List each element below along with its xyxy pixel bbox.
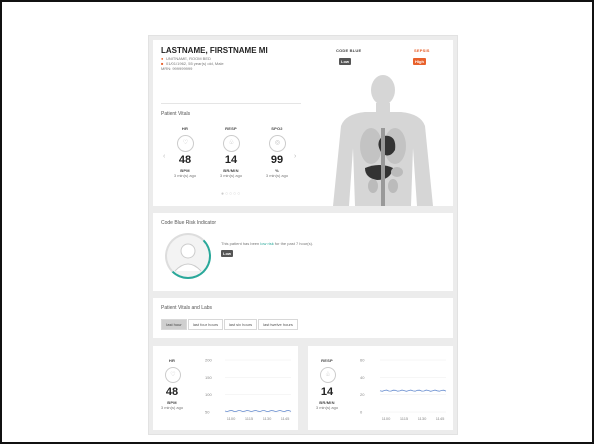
chart-vital-label: HR	[168, 358, 176, 363]
series-line	[224, 409, 292, 413]
vital-time: 3 min(s) ago	[219, 173, 243, 178]
y-tick-label: 150	[205, 375, 212, 380]
screenshot-frame: LASTNAME, FIRSTNAME MI ● UNITNAME, ROOM …	[0, 0, 594, 444]
vitals-labs-card: Patient Vitals and Labs last hour last f…	[153, 298, 453, 338]
hr-line-chart: 200 150 100 50 1100 1115 1130 1145	[205, 358, 292, 421]
resp-line-chart: 60 40 20 0 1100 1115 1130 1145	[360, 358, 447, 421]
vital-value: 48	[178, 154, 192, 166]
patient-dashboard: LASTNAME, FIRSTNAME MI ● UNITNAME, ROOM …	[148, 35, 458, 435]
code-blue-label: CODE BLUE	[336, 48, 362, 53]
x-tick-label: 1115	[245, 416, 254, 421]
x-tick-label: 1145	[436, 416, 445, 421]
x-tick-label: 1145	[281, 416, 290, 421]
x-tick-label: 1100	[382, 416, 391, 421]
tab-last-four-hours[interactable]: last four hours	[188, 319, 223, 330]
body-diagram	[333, 75, 433, 206]
sepsis-badge[interactable]: High	[413, 58, 426, 65]
chart-vital-time: 3 min(s) ago	[160, 405, 184, 410]
y-tick-label: 50	[205, 410, 210, 415]
vital-label: HR	[181, 126, 189, 131]
sepsis-label: SEPSIS	[414, 48, 430, 53]
risk-indicator-card: Code Blue Risk Indicator This patient ha…	[153, 213, 453, 291]
heart-icon: ♡	[165, 367, 181, 383]
vital-value: 14	[224, 154, 238, 166]
vital-time: 3 min(s) ago	[265, 173, 289, 178]
code-blue-badge[interactable]: Low	[339, 58, 351, 65]
lungs-icon: ♧	[320, 367, 336, 383]
x-tick-label: 1100	[227, 416, 236, 421]
y-tick-label: 100	[205, 392, 212, 397]
series-line	[379, 389, 447, 392]
x-tick-label: 1115	[400, 416, 409, 421]
divider	[161, 103, 301, 104]
risk-text-after: for the past 7 hour(s).	[273, 241, 314, 246]
x-tick-label: 1130	[263, 416, 272, 421]
vital-label: SPO2	[271, 126, 283, 131]
vital-hr[interactable]: HR ♡ 48 BPM 3 min(s) ago	[167, 126, 203, 186]
carousel-prev-icon[interactable]: ‹	[163, 153, 165, 160]
heart-icon: ♡	[177, 135, 194, 152]
vital-value: 99	[270, 154, 284, 166]
chart-vital-value: 48	[165, 386, 179, 398]
patient-name: LASTNAME, FIRSTNAME MI	[161, 46, 268, 55]
chart-vital-label: RESP	[321, 358, 333, 363]
lungs-icon: ♧	[223, 135, 240, 152]
tab-last-hour[interactable]: last hour	[161, 319, 187, 330]
oxygen-icon: ◎	[269, 135, 286, 152]
chart-vital-time: 3 min(s) ago	[315, 405, 339, 410]
vital-label: RESP	[225, 126, 237, 131]
risk-text-before: This patient has been	[221, 241, 261, 246]
hr-chart-card: HR ♡ 48 BPM 3 min(s) ago 200 150 100 50 1100…	[153, 346, 298, 430]
vital-resp[interactable]: RESP ♧ 14 BR/MIN 3 min(s) ago	[213, 126, 249, 186]
avatar-icon	[174, 243, 202, 272]
risk-gauge	[165, 233, 211, 279]
y-tick-label: 20	[360, 392, 365, 397]
vital-time: 3 min(s) ago	[173, 173, 197, 178]
y-tick-label: 60	[360, 358, 365, 363]
tab-last-six-hours[interactable]: last six hours	[224, 319, 257, 330]
vitals-title: Patient Vitals	[161, 111, 191, 117]
risk-badge[interactable]: Low	[221, 250, 233, 257]
vital-spo2[interactable]: SPO2 ◎ 99 % 3 min(s) ago	[259, 126, 295, 186]
risk-card-title: Code Blue Risk Indicator	[161, 220, 217, 226]
risk-text-highlight[interactable]: low risk	[260, 241, 273, 246]
chart-vital-value: 14	[320, 386, 334, 398]
tab-last-twelve-hours[interactable]: last twelve hours	[258, 319, 298, 330]
x-tick-label: 1130	[418, 416, 427, 421]
labs-title: Patient Vitals and Labs	[161, 305, 213, 311]
carousel-dots[interactable]: ●○○○○	[221, 191, 251, 197]
resp-chart-card: RESP ♧ 14 BR/MIN 3 min(s) ago 60 40 20 0 110…	[308, 346, 453, 430]
y-tick-label: 0	[360, 410, 363, 415]
y-tick-label: 40	[360, 375, 365, 380]
patient-summary-card: LASTNAME, FIRSTNAME MI ● UNITNAME, ROOM …	[153, 40, 453, 206]
y-tick-label: 200	[205, 358, 212, 363]
patient-mrn: MRN: 999999999	[161, 66, 193, 71]
risk-description: This patient has been low risk for the p…	[221, 241, 313, 246]
